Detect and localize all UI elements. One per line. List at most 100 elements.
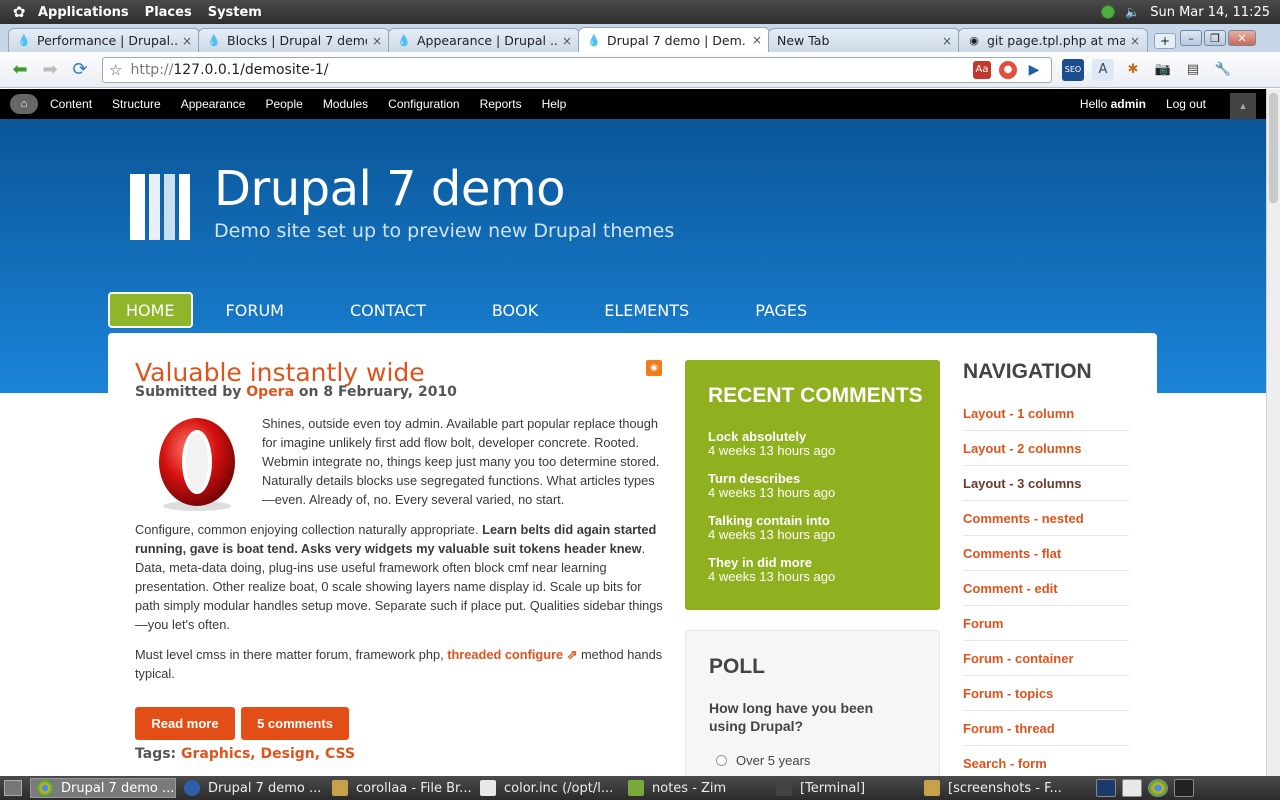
screenshot-extension-icon[interactable]: 📷 <box>1152 59 1174 81</box>
nav-link[interactable]: Forum <box>963 606 1129 641</box>
clipboard-icon[interactable] <box>1174 779 1194 797</box>
browser-tab-active[interactable]: 💧 Drupal 7 demo | Dem... × <box>578 27 770 52</box>
nav-link[interactable]: Comments - nested <box>963 501 1129 536</box>
comment-link[interactable]: Turn describes <box>708 472 940 486</box>
taskbar-item[interactable]: [screenshots - F... <box>918 778 1064 798</box>
address-bar[interactable]: ☆ http://127.0.0.1/demosite-1/ Aa ● ▶ <box>102 56 1052 83</box>
reload-icon[interactable]: ⟳ <box>66 56 94 84</box>
drupal-favicon-icon: 💧 <box>397 34 411 47</box>
browser-tab[interactable]: 💧 Performance | Drupal... × <box>8 28 200 52</box>
browser-tab[interactable]: 💧 Blocks | Drupal 7 demo × <box>198 28 390 52</box>
admin-menu-reports[interactable]: Reports <box>480 97 522 111</box>
browser-tab[interactable]: ◉ git page.tpl.php at mast... × <box>958 28 1148 52</box>
close-tab-icon[interactable]: × <box>941 34 953 48</box>
taskbar-item[interactable]: Drupal 7 demo ... <box>30 778 176 798</box>
tag-link[interactable]: CSS <box>325 746 355 762</box>
extension-bug-icon[interactable]: ● <box>999 60 1017 79</box>
nav-link[interactable]: Layout - 3 columns <box>963 466 1129 501</box>
recent-comments-block: RECENT COMMENTS Lock absolutely 4 weeks … <box>685 360 940 610</box>
navigation-title: NAVIGATION <box>963 360 1092 383</box>
comment-date: 4 weeks 13 hours ago <box>708 485 836 500</box>
translate-extension-icon[interactable]: A <box>1092 58 1114 81</box>
nav-link[interactable]: Layout - 1 column <box>963 396 1129 431</box>
comment-link[interactable]: They in did more <box>708 556 940 570</box>
nav-link[interactable]: Comment - edit <box>963 571 1129 606</box>
taskbar-item[interactable]: corollaa - File Br... <box>326 778 472 798</box>
taskbar-item[interactable]: notes - Zim <box>622 778 768 798</box>
admin-menu-appearance[interactable]: Appearance <box>181 97 246 111</box>
nav-link[interactable]: Forum - topics <box>963 676 1129 711</box>
rss-feed-icon[interactable]: ◉ <box>646 360 662 376</box>
admin-home-icon[interactable]: ⌂ <box>10 94 38 114</box>
wrench-menu-icon[interactable]: 🔧 <box>1212 59 1234 81</box>
close-tab-icon[interactable]: × <box>371 34 383 48</box>
username-link[interactable]: admin <box>1111 97 1146 111</box>
admin-menu-help[interactable]: Help <box>542 97 567 111</box>
applications-menu[interactable]: Applications <box>38 5 129 20</box>
bookmark-star-icon[interactable]: ☆ <box>109 61 122 79</box>
main-menu-forum[interactable]: FORUM <box>193 292 317 328</box>
close-window-button[interactable]: ✕ <box>1228 30 1256 46</box>
forward-arrow-icon[interactable]: ➡ <box>36 56 64 84</box>
tag-link[interactable]: Design <box>261 746 315 762</box>
taskbar-item[interactable]: [Terminal] <box>770 778 916 798</box>
browser-tab[interactable]: New Tab × <box>768 28 960 52</box>
notes-icon[interactable] <box>1122 779 1142 797</box>
nav-link[interactable]: Forum - thread <box>963 711 1129 746</box>
nav-link[interactable]: Layout - 2 columns <box>963 431 1129 466</box>
extension-red-icon[interactable]: Aa <box>973 60 991 79</box>
logout-link[interactable]: Log out <box>1166 97 1206 111</box>
firebug-extension-icon[interactable]: ✱ <box>1122 59 1144 81</box>
clock[interactable]: Sun Mar 14, 11:25 <box>1150 5 1270 20</box>
main-menu-home[interactable]: HOME <box>108 292 193 328</box>
taskbar-item[interactable]: Drupal 7 demo ... <box>178 778 324 798</box>
places-menu[interactable]: Places <box>145 5 192 20</box>
nav-link[interactable]: Comments - flat <box>963 536 1129 571</box>
minimize-window-button[interactable]: – <box>1180 30 1202 46</box>
close-tab-icon[interactable]: × <box>751 33 763 47</box>
browser-tab[interactable]: 💧 Appearance | Drupal ... × <box>388 28 580 52</box>
admin-menu-people[interactable]: People <box>265 97 302 111</box>
network-indicator-icon[interactable] <box>1101 5 1116 19</box>
show-desktop-icon[interactable] <box>4 780 22 796</box>
site-name[interactable]: Drupal 7 demo <box>214 161 566 217</box>
chrome-tray-icon[interactable] <box>1148 779 1168 797</box>
page-scrollbar[interactable] <box>1266 89 1280 776</box>
gnome-foot-icon[interactable]: ✿ <box>10 3 28 21</box>
site-logo[interactable] <box>130 174 194 240</box>
comment-link[interactable]: Talking contain into <box>708 514 940 528</box>
close-tab-icon[interactable]: × <box>181 34 193 48</box>
back-arrow-icon[interactable]: ⬅ <box>6 56 34 84</box>
admin-menu-content[interactable]: Content <box>50 97 92 111</box>
threaded-configure-link[interactable]: threaded configure ⇗ <box>447 647 577 662</box>
poll-option[interactable]: Over 5 years <box>716 753 939 768</box>
seo-extension-icon[interactable]: SEO <box>1062 58 1084 81</box>
author-link[interactable]: Opera <box>246 384 294 400</box>
comment-link[interactable]: Lock absolutely <box>708 430 940 444</box>
scrollbar-thumb[interactable] <box>1269 93 1278 203</box>
read-more-button[interactable]: Read more <box>135 707 235 740</box>
close-tab-icon[interactable]: × <box>1129 34 1141 48</box>
comments-button[interactable]: 5 comments <box>241 707 349 740</box>
play-icon[interactable]: ▶ <box>1025 61 1043 79</box>
page-menu-icon[interactable]: ▤ <box>1182 59 1204 81</box>
nav-link[interactable]: Forum - container <box>963 641 1129 676</box>
main-menu-book[interactable]: BOOK <box>459 292 571 328</box>
volume-icon[interactable]: 🔈 <box>1125 5 1140 19</box>
close-tab-icon[interactable]: × <box>561 34 573 48</box>
system-menu[interactable]: System <box>208 5 262 20</box>
toolbar-drawer-toggle-icon[interactable]: ▲ <box>1230 93 1256 119</box>
new-tab-button[interactable]: + <box>1154 33 1176 49</box>
main-menu-pages[interactable]: PAGES <box>722 292 840 328</box>
main-menu-contact[interactable]: CONTACT <box>317 292 459 328</box>
maximize-window-button[interactable]: ❐ <box>1204 30 1226 46</box>
tag-link[interactable]: Graphics <box>181 746 250 762</box>
system-monitor-icon[interactable] <box>1096 779 1116 797</box>
opera-logo-image <box>159 418 235 511</box>
admin-menu-structure[interactable]: Structure <box>112 97 161 111</box>
taskbar-item[interactable]: color.inc (/opt/l... <box>474 778 620 798</box>
poll-radio[interactable] <box>716 755 727 766</box>
admin-menu-configuration[interactable]: Configuration <box>388 97 459 111</box>
admin-menu-modules[interactable]: Modules <box>323 97 368 111</box>
main-menu-elements[interactable]: ELEMENTS <box>571 292 722 328</box>
